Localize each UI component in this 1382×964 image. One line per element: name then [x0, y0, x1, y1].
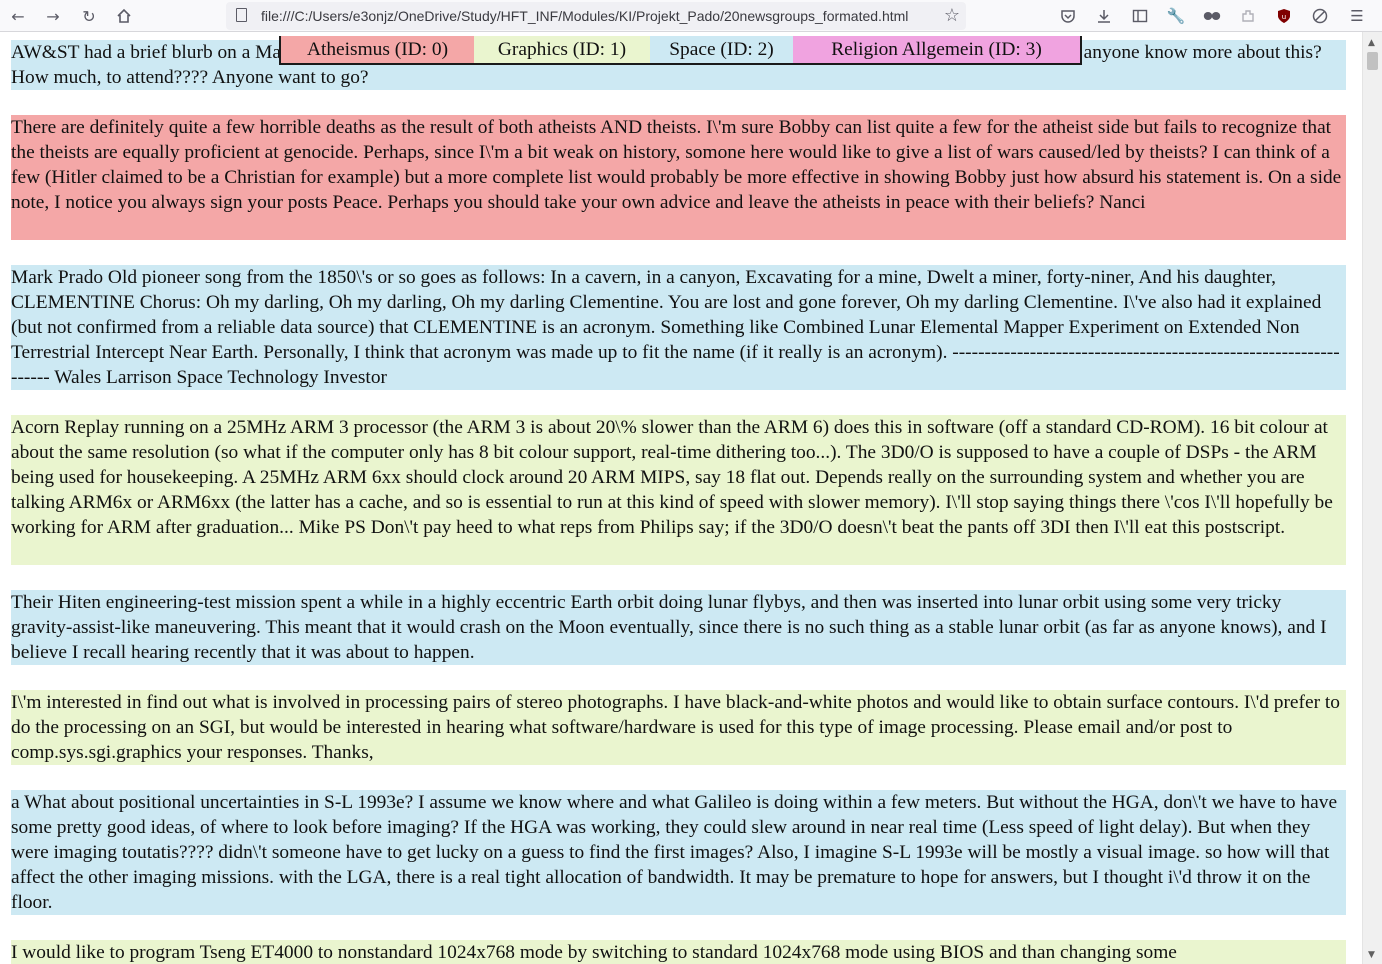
post-item: Mark Prado Old pioneer song from the 185… [11, 265, 1346, 390]
legend-item-graphics: Graphics (ID: 1) [474, 36, 650, 63]
download-icon[interactable] [1093, 5, 1115, 27]
post-item: There are definitely quite a few horribl… [11, 115, 1346, 240]
bookmark-star-icon[interactable]: ☆ [944, 5, 960, 26]
post-item: I would like to program Tseng ET4000 to … [11, 940, 1346, 964]
post-text: Mark Prado Old pioneer song from the 185… [11, 267, 1340, 388]
category-legend: Atheismus (ID: 0) Graphics (ID: 1) Space… [279, 36, 1082, 65]
reload-icon[interactable]: ↻ [77, 4, 101, 28]
post-text: a What about positional uncertainties in… [11, 792, 1338, 913]
svg-text:u: u [1282, 13, 1286, 21]
scroll-up-icon[interactable]: ▲ [1368, 38, 1375, 48]
disable-icon[interactable] [1309, 5, 1331, 27]
back-arrow-icon[interactable]: ← [6, 4, 30, 28]
forward-arrow-icon[interactable]: → [41, 4, 65, 28]
address-bar[interactable]: file:///C:/Users/e3onjz/OneDrive/Study/H… [226, 2, 966, 30]
wrench-icon[interactable]: 🔧 [1165, 5, 1187, 27]
home-icon[interactable] [112, 4, 136, 28]
legend-item-religion: Religion Allgemein (ID: 3) [793, 36, 1080, 63]
post-item: a What about positional uncertainties in… [11, 790, 1346, 915]
menu-icon[interactable]: ☰ [1346, 5, 1368, 27]
mask-icon[interactable] [1201, 5, 1223, 27]
post-item: Their Hiten engineering-test mission spe… [11, 590, 1346, 665]
legend-item-space: Space (ID: 2) [650, 36, 793, 63]
post-text: I\'m interested in find out what is invo… [11, 692, 1340, 763]
post-text: I would like to program Tseng ET4000 to … [11, 942, 1177, 963]
page-icon [236, 8, 247, 22]
post-text: Acorn Replay running on a 25MHz ARM 3 pr… [11, 417, 1333, 538]
post-item: I\'m interested in find out what is invo… [11, 690, 1346, 765]
ublock-icon[interactable]: u [1273, 5, 1295, 27]
post-text: Their Hiten engineering-test mission spe… [11, 592, 1327, 663]
page-content: AW&ST had a brief blurb on a Manned Luna… [0, 32, 1362, 964]
pocket-icon[interactable] [1057, 5, 1079, 27]
post-item: Acorn Replay running on a 25MHz ARM 3 pr… [11, 415, 1346, 565]
vertical-scrollbar[interactable]: ▲ ▼ [1362, 32, 1382, 964]
url-text[interactable]: file:///C:/Users/e3onjz/OneDrive/Study/H… [261, 8, 908, 24]
extension-icon[interactable] [1237, 5, 1259, 27]
legend-item-atheismus: Atheismus (ID: 0) [281, 36, 474, 63]
sidebar-icon[interactable] [1129, 5, 1151, 27]
browser-toolbar: ← → ↻ file:///C:/Users/e3onjz/OneDrive/S… [0, 0, 1382, 32]
scroll-thumb[interactable] [1367, 52, 1378, 70]
post-text: There are definitely quite a few horribl… [11, 117, 1342, 213]
scroll-down-icon[interactable]: ▼ [1368, 950, 1375, 960]
